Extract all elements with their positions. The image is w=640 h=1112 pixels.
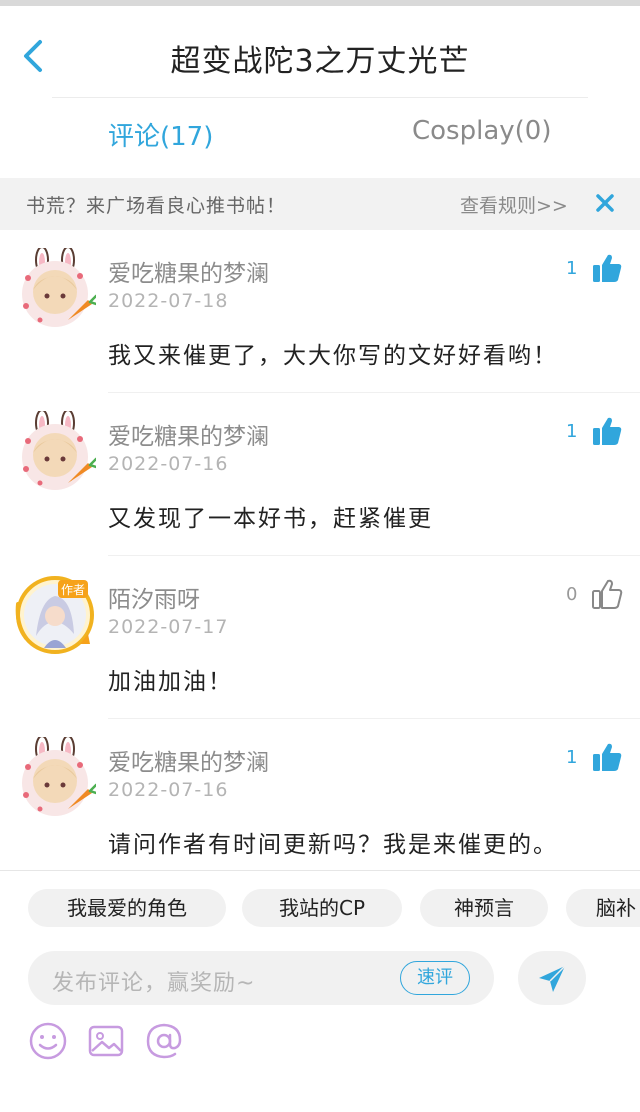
comment-composer: 我最爱的角色 我站的CP 神预言 脑补 发布评论，赢奖励~ 速评 xyxy=(0,870,640,1112)
tab-comments[interactable]: 评论(17) xyxy=(108,116,213,153)
comment-text: 加油加油！ xyxy=(108,669,233,695)
image-icon xyxy=(88,1025,124,1057)
comment-input[interactable]: 发布评论，赢奖励~ 速评 xyxy=(28,951,494,1005)
comment-username[interactable]: 爱吃糖果的梦澜 xyxy=(108,254,269,288)
avatar[interactable]: 作者 xyxy=(14,574,96,656)
like-button[interactable] xyxy=(590,578,624,610)
quick-tag-bar[interactable]: 我最爱的角色 我站的CP 神预言 脑补 xyxy=(0,889,640,929)
comment-date: 2022-07-17 xyxy=(108,616,229,638)
page-title: 超变战陀3之万丈光芒 xyxy=(170,44,470,79)
comment-text: 我又来催更了，大大你写的文好好看哟！ xyxy=(108,343,558,369)
comment-date: 2022-07-16 xyxy=(108,779,229,801)
notice-text[interactable]: 书荒？来广场看良心推书帖！ xyxy=(26,191,286,218)
image-button[interactable] xyxy=(86,1021,126,1061)
comment-input-placeholder: 发布评论，赢奖励~ xyxy=(52,971,256,996)
like-button[interactable] xyxy=(590,252,624,284)
comment-username[interactable]: 爱吃糖果的梦澜 xyxy=(108,743,269,777)
avatar[interactable] xyxy=(14,735,98,819)
close-icon xyxy=(596,194,614,212)
like-count: 1 xyxy=(566,747,578,768)
bunny-girl-avatar-icon xyxy=(22,246,98,327)
emoji-button[interactable] xyxy=(28,1021,68,1061)
comment-text: 请问作者有时间更新吗？我是来催更的。 xyxy=(108,832,558,858)
comment-item: 爱吃糖果的梦澜 2022-07-18 我又来催更了，大大你写的文好好看哟！ 1 xyxy=(0,230,640,393)
avatar[interactable] xyxy=(14,246,98,330)
tab-bar: 评论(17) Cosplay(0) xyxy=(0,92,640,178)
comment-date: 2022-07-16 xyxy=(108,453,229,475)
notice-banner: 书荒？来广场看良心推书帖！ 查看规则>> xyxy=(0,178,640,230)
tab-cosplay[interactable]: Cosplay(0) xyxy=(412,116,551,146)
like-button[interactable] xyxy=(590,741,624,773)
comment-item: 爱吃糖果的梦澜 2022-07-16 请问作者有时间更新吗？我是来催更的。 1 xyxy=(0,719,640,870)
author-badge-label: 作者 xyxy=(61,583,85,597)
like-count: 1 xyxy=(566,421,578,442)
send-arrow-icon xyxy=(539,965,566,992)
bunny-girl-avatar-icon xyxy=(22,735,98,816)
quick-tag-chip[interactable]: 我最爱的角色 xyxy=(28,889,226,927)
thumbs-up-icon xyxy=(593,254,622,282)
send-button[interactable] xyxy=(518,951,586,1005)
at-sign-icon xyxy=(146,1023,182,1059)
comment-date: 2022-07-18 xyxy=(108,290,229,312)
thumbs-up-outline-icon xyxy=(592,579,623,609)
smiley-icon xyxy=(29,1022,67,1060)
like-count: 1 xyxy=(566,258,578,279)
like-count: 0 xyxy=(566,584,578,605)
header: 超变战陀3之万丈光芒 xyxy=(0,6,640,98)
view-rules-link[interactable]: 查看规则>> xyxy=(460,191,568,218)
author-badge-avatar-icon: 作者 xyxy=(15,576,94,654)
comment-text: 又发现了一本好书，赶紧催更 xyxy=(108,506,433,532)
avatar[interactable] xyxy=(14,409,98,493)
mention-button[interactable] xyxy=(144,1021,184,1061)
thumbs-up-icon xyxy=(593,743,622,771)
comment-list: 爱吃糖果的梦澜 2022-07-18 我又来催更了，大大你写的文好好看哟！ 1 xyxy=(0,230,640,870)
quick-tag-chip[interactable]: 神预言 xyxy=(420,889,548,927)
close-notice-button[interactable] xyxy=(592,190,618,216)
comment-item: 爱吃糖果的梦澜 2022-07-16 又发现了一本好书，赶紧催更 1 xyxy=(0,393,640,556)
quick-tag-chip[interactable]: 脑补 xyxy=(566,889,640,927)
bunny-girl-avatar-icon xyxy=(22,409,98,490)
like-button[interactable] xyxy=(590,415,624,447)
comment-username[interactable]: 陌汐雨呀 xyxy=(108,580,200,614)
quick-review-button[interactable]: 速评 xyxy=(400,961,470,995)
quick-tag-chip[interactable]: 我站的CP xyxy=(242,889,402,927)
comment-item: 作者 陌汐雨呀 2022-07-17 加油加油！ 0 xyxy=(0,556,640,719)
thumbs-up-icon xyxy=(593,417,622,445)
comment-username[interactable]: 爱吃糖果的梦澜 xyxy=(108,417,269,451)
